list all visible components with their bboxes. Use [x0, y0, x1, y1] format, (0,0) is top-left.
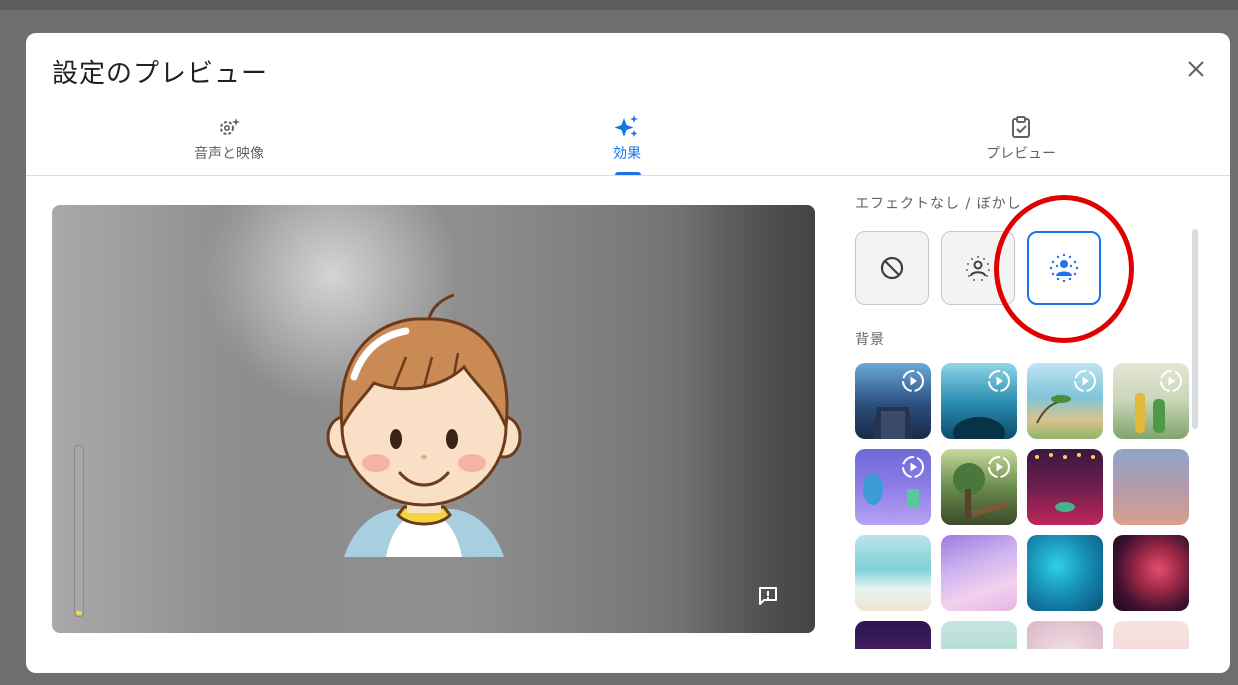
tab-effects[interactable]: 効果 [527, 109, 727, 175]
tab-preview-label: プレビュー [986, 146, 1056, 162]
avatar [314, 287, 534, 561]
background-tile-underwater[interactable] [941, 363, 1017, 439]
effects-panel: エフェクトなし / ぼかし 背景 [849, 179, 1209, 649]
background-tile-flowers[interactable] [1027, 621, 1103, 649]
background-tile-sunset-sky[interactable] [1113, 449, 1189, 525]
audio-level-fill [76, 611, 82, 615]
background-tile-greenhouse[interactable] [1113, 363, 1189, 439]
effects-section-label: エフェクトなし / ぼかし [855, 196, 1022, 212]
background-tile-fireworks[interactable] [855, 621, 931, 649]
blur-button[interactable] [1027, 231, 1101, 305]
tab-effects-label: 効果 [613, 146, 641, 162]
dialog-title: 設定のプレビュー [52, 59, 269, 89]
gear-sparkle-icon [217, 113, 241, 141]
settings-dialog: 設定のプレビュー 音声と映像 効果 プレビュー エフェクトなし / ぼかし 背景 [26, 33, 1230, 673]
background-tile-nebula[interactable] [1113, 535, 1189, 611]
background-tile-mint[interactable] [941, 621, 1017, 649]
background-tile-clouds[interactable] [941, 535, 1017, 611]
tab-bar: 音声と映像 効果 プレビュー [26, 109, 1230, 176]
slight-blur-icon [966, 256, 990, 281]
blurred-shadow [682, 205, 815, 633]
close-button[interactable] [1180, 53, 1212, 85]
audio-level-meter [74, 445, 84, 617]
background-tile-ocean[interactable] [855, 535, 931, 611]
slight-blur-button[interactable] [941, 231, 1015, 305]
no-effect-icon [880, 256, 904, 280]
background-tile-beach[interactable] [1027, 363, 1103, 439]
feedback-icon [759, 587, 777, 605]
background-tile-vehicle[interactable] [855, 363, 931, 439]
tab-audio-video-label: 音声と映像 [194, 146, 264, 162]
feedback-button[interactable] [755, 583, 781, 609]
play-icon [902, 370, 924, 392]
panel-scrollbar[interactable] [1192, 229, 1198, 429]
play-icon [1160, 370, 1182, 392]
clipboard-check-icon [1010, 113, 1032, 141]
background-tile-space-room[interactable] [855, 449, 931, 525]
background-tile-stage[interactable] [1027, 449, 1103, 525]
background-tile-pool[interactable] [1027, 535, 1103, 611]
background-tile-pink[interactable] [1113, 621, 1189, 649]
backgrounds-section-label: 背景 [855, 332, 885, 348]
play-icon [988, 370, 1010, 392]
blur-icon [1049, 253, 1079, 283]
sparkle-icon [614, 113, 640, 141]
close-icon [1188, 61, 1204, 77]
play-icon [902, 456, 924, 478]
no-effect-button[interactable] [855, 231, 929, 305]
active-tab-indicator [615, 172, 641, 175]
play-icon [1074, 370, 1096, 392]
play-icon [988, 456, 1010, 478]
background-tile-forest[interactable] [941, 449, 1017, 525]
tab-audio-video[interactable]: 音声と映像 [129, 109, 329, 175]
camera-preview [52, 205, 815, 633]
tab-preview[interactable]: プレビュー [921, 109, 1121, 175]
page-backdrop [0, 0, 1238, 10]
